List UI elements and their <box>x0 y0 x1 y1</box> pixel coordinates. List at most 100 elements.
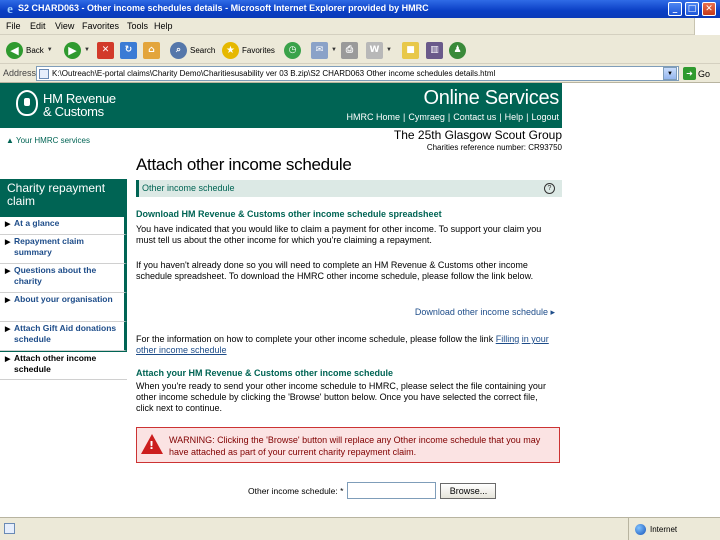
window-titlebar: e S2 CHARD063 - Other income schedules d… <box>0 0 720 18</box>
toolbar: ◀ Back ▼ ▶ ▼ ✕ ↻ ⌂ ⌕ Search ★ Favorites … <box>0 35 720 64</box>
chevron-down-icon[interactable]: ▼ <box>331 47 337 53</box>
messenger-button[interactable]: ♟ <box>449 40 466 60</box>
edit-button[interactable]: W ▼ <box>366 40 392 60</box>
address-label: Address <box>3 68 37 78</box>
leftnav-item-questions-about-charity[interactable]: Questions about the charity <box>0 264 127 293</box>
favorites-button[interactable]: ★ Favorites <box>222 40 275 60</box>
attach-paragraph: When you're ready to send your other inc… <box>136 381 546 413</box>
chevron-down-icon[interactable]: ▼ <box>84 47 90 53</box>
download-heading: Download HM Revenue & Customs other inco… <box>136 209 442 219</box>
go-button[interactable]: ➜ Go <box>683 66 710 81</box>
menu-view[interactable]: View <box>55 21 74 31</box>
organisation-name: The 25th Glasgow Scout Group <box>393 128 562 142</box>
nav-hmrc-home[interactable]: HMRC Home <box>347 112 401 122</box>
search-icon: ⌕ <box>170 41 187 59</box>
address-input[interactable]: K:\Outreach\E-portal claims\Charity Demo… <box>36 66 679 81</box>
home-button[interactable]: ⌂ <box>143 40 160 60</box>
internet-explorer-icon: e <box>7 1 13 16</box>
research-icon: ▥ <box>426 41 443 59</box>
section-bar: Other income schedule ? <box>136 180 562 197</box>
menu-help[interactable]: Help <box>154 21 173 31</box>
nav-separator: | <box>499 112 502 122</box>
nav-cymraeg[interactable]: Cymraeg <box>408 112 445 122</box>
search-button[interactable]: ⌕ Search <box>170 40 215 60</box>
print-icon: ⎙ <box>341 41 358 59</box>
security-zone: Internet <box>628 518 677 540</box>
nav-help[interactable]: Help <box>505 112 524 122</box>
hmrc-logo[interactable]: HM Revenue & Customs <box>43 92 116 118</box>
history-button[interactable]: ◷ <box>284 40 301 60</box>
nav-separator: | <box>447 112 451 122</box>
home-icon: ⌂ <box>143 41 160 59</box>
menu-tools[interactable]: Tools <box>127 21 148 31</box>
warning-box: ! WARNING: Clicking the 'Browse' button … <box>136 427 560 463</box>
menu-edit[interactable]: Edit <box>30 21 46 31</box>
back-button[interactable]: ◀ Back ▼ <box>6 40 53 60</box>
intro-paragraph: You have indicated that you would like t… <box>136 224 542 245</box>
menu-favorites[interactable]: Favorites <box>82 21 119 31</box>
forward-arrow-icon: ▶ <box>64 41 81 59</box>
browse-button[interactable]: Browse... <box>440 482 497 499</box>
top-navigation: HMRC Home | Cymraeg | Contact us | Help … <box>347 112 559 122</box>
address-dropdown-icon[interactable]: ▼ <box>663 67 677 80</box>
leftnav-item-repayment-claim-summary[interactable]: Repayment claim summary <box>0 235 127 264</box>
leftnav-item-attach-other-income[interactable]: Attach other income schedule <box>0 351 127 380</box>
maximize-button[interactable]: □ <box>685 2 699 16</box>
chevron-down-icon[interactable]: ▼ <box>47 47 53 53</box>
mail-icon: ✉ <box>311 41 328 59</box>
nav-logout[interactable]: Logout <box>531 112 559 122</box>
attach-heading: Attach your HM Revenue & Customs other i… <box>136 368 394 378</box>
favorites-label: Favorites <box>242 45 275 55</box>
file-label: Other income schedule: * <box>248 485 344 496</box>
go-arrow-icon: ➜ <box>683 67 696 80</box>
minimize-button[interactable]: _ <box>668 2 682 16</box>
menu-file[interactable]: File <box>6 21 21 31</box>
search-label: Search <box>190 45 216 55</box>
nav-contact-us[interactable]: Contact us <box>453 112 496 122</box>
hmrc-header: HM Revenue & Customs Online Services HMR… <box>0 83 562 128</box>
brand-line-2: & Customs <box>43 104 104 119</box>
address-url: K:\Outreach\E-portal claims\Charity Demo… <box>52 69 496 78</box>
page-icon <box>39 69 49 79</box>
exclamation-icon: ! <box>149 439 155 452</box>
file-path-input[interactable] <box>347 482 437 499</box>
filling-in-link[interactable]: Filling <box>496 334 520 344</box>
online-services-title: Online Services <box>423 87 559 109</box>
history-icon: ◷ <box>284 41 301 59</box>
file-upload-row: Other income schedule: * Browse... <box>248 482 497 499</box>
status-bar: Internet <box>0 517 720 540</box>
nav-separator: | <box>526 112 529 122</box>
left-navigation: Charity repayment claim At a glance Repa… <box>0 179 127 380</box>
internet-globe-icon <box>635 524 646 535</box>
print-button[interactable]: ⎙ <box>341 40 358 60</box>
edit-icon: W <box>366 41 383 59</box>
download-schedule-link[interactable]: Download other income schedule ▸ <box>415 307 555 318</box>
leftnav-item-attach-gift-aid[interactable]: Attach Gift Aid donations schedule <box>0 322 127 351</box>
charity-reference: Charities reference number: CR93750 <box>426 143 562 152</box>
page-status-icon <box>4 523 15 534</box>
forward-button[interactable]: ▶ ▼ <box>64 40 90 60</box>
close-button[interactable]: ✕ <box>702 2 716 16</box>
stop-button[interactable]: ✕ <box>97 40 114 60</box>
help-icon[interactable]: ? <box>544 183 555 194</box>
download-paragraph: If you haven't already done so you will … <box>136 260 534 281</box>
discuss-button[interactable]: ■ <box>402 40 419 60</box>
leftnav-item-at-a-glance[interactable]: At a glance <box>0 217 127 235</box>
filling-paragraph: For the information on how to complete y… <box>136 334 554 356</box>
window-title: S2 CHARD063 - Other income schedules det… <box>18 3 429 13</box>
your-hmrc-services-link[interactable]: ▲ Your HMRC services <box>6 136 90 145</box>
address-bar: Address K:\Outreach\E-portal claims\Char… <box>0 64 720 83</box>
leftnav-item-about-your-organisation[interactable]: About your organisation <box>0 293 127 322</box>
nav-separator: | <box>403 112 406 122</box>
go-label: Go <box>698 68 711 79</box>
back-label: Back <box>26 45 44 55</box>
research-button[interactable]: ▥ <box>426 40 443 60</box>
chevron-down-icon[interactable]: ▼ <box>386 47 392 53</box>
zone-label: Internet <box>650 525 678 534</box>
mail-button[interactable]: ✉ ▼ <box>311 40 337 60</box>
menu-bar: File Edit View Favorites Tools Help <box>0 18 720 35</box>
refresh-button[interactable]: ↻ <box>120 40 137 60</box>
windows-flag-icon <box>694 18 720 35</box>
messenger-icon: ♟ <box>449 41 466 59</box>
discuss-icon: ■ <box>402 41 419 59</box>
